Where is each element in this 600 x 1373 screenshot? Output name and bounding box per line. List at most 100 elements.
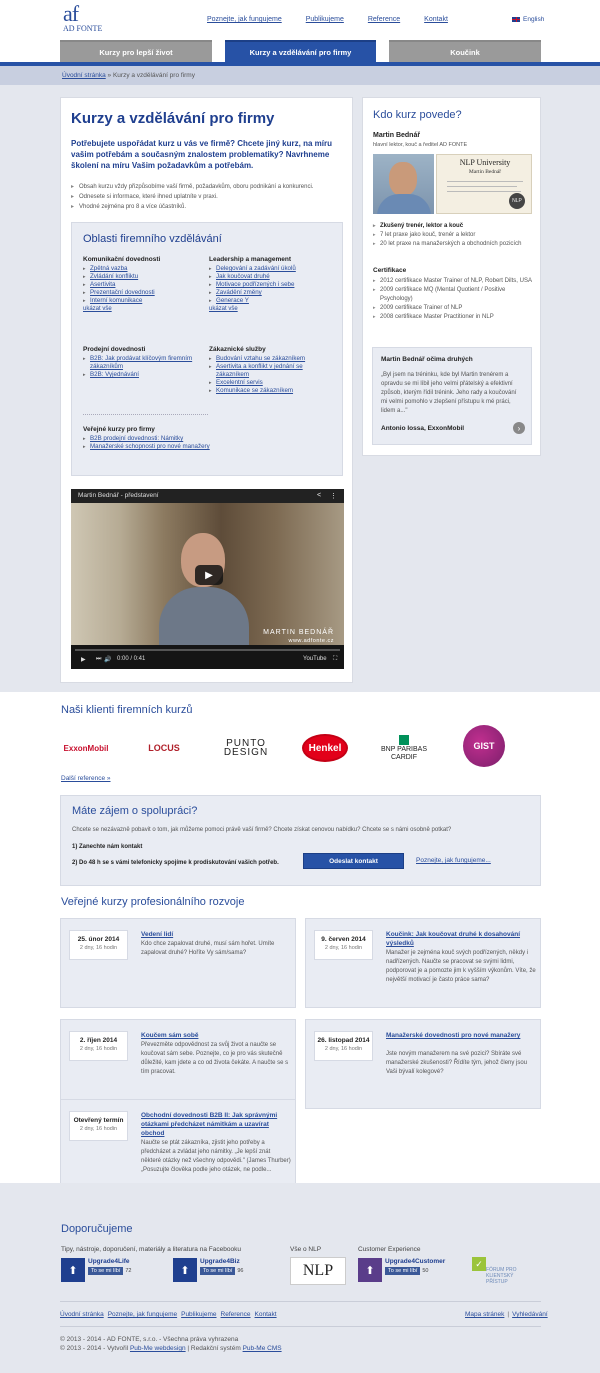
like-button[interactable]: To se mi líbí — [88, 1267, 124, 1275]
like-button[interactable]: To se mi líbí — [200, 1267, 236, 1275]
certificate-title: NLP University — [459, 158, 511, 167]
breadcrumb-home[interactable]: Úvodní stránka — [62, 72, 106, 79]
logo-name: AD FONTE — [63, 24, 103, 33]
testimonial-author: Antonio Iossa, ExxonMobil — [381, 425, 465, 432]
area-link[interactable]: Zvládání konfliktu — [83, 273, 211, 281]
send-contact-button[interactable]: Odeslat kontakt — [303, 853, 404, 869]
sitemap-link[interactable]: Mapa stránek — [465, 1311, 504, 1318]
benefit-item: Obsah kurzu vždy přizpůsobíme vaší firmě… — [71, 182, 346, 192]
fb-page-name: Upgrade4Customer — [385, 1258, 446, 1265]
cms-link[interactable]: Pub-Me CMS — [243, 1345, 282, 1352]
area-link[interactable]: Delegování a zadávání úkolů — [209, 265, 337, 273]
area-link[interactable]: Komunikace se zákazníkem — [209, 387, 337, 395]
tab-corporate-courses[interactable]: Kurzy a vzdělávání pro firmy — [225, 40, 376, 62]
certification-item: 2008 certifikace Master Practitioner in … — [373, 313, 533, 322]
video-title-bar: Martin Bednář - představení < ⋮ — [71, 489, 344, 503]
play-button[interactable]: ▶ — [195, 565, 223, 585]
course-duration: 2 dny, 16 hodin — [79, 1126, 118, 1132]
area-link[interactable]: Excelentní servis — [209, 379, 337, 387]
nlp-logo[interactable]: NLP — [290, 1257, 346, 1285]
forum-logo[interactable]: ✓ FÓRUM PRO KLIENTSKÝ PŘÍSTUP — [472, 1257, 532, 1285]
bnp-star-icon — [399, 734, 409, 745]
show-all-link[interactable]: ukázat vše — [209, 306, 337, 312]
certification-item: 2012 certifikace Master Trainer of NLP, … — [373, 277, 533, 286]
area-link[interactable]: Asertivita — [83, 281, 211, 289]
course-card: 26. listopad 2014 2 dny, 16 hodin Manaže… — [305, 1019, 541, 1109]
course-title-link[interactable]: Koučink: Jak koučovat druhé k dosahování… — [386, 930, 536, 948]
course-date-box: 9. červen 2014 2 dny, 16 hodin — [314, 930, 373, 960]
logo[interactable]: af AD FONTE — [63, 3, 103, 34]
certificate-line — [447, 181, 523, 182]
area-link[interactable]: B2B: Vyjednávání — [83, 371, 211, 379]
locus-logo: LOCUS — [148, 743, 180, 753]
course-date: 26. listopad 2014 — [317, 1037, 370, 1044]
volume-icon[interactable]: 🔊 — [104, 656, 111, 663]
cx-heading: Customer Experience — [358, 1246, 421, 1253]
nav-link-how-we-work[interactable]: Poznejte, jak fungujeme — [207, 16, 282, 23]
fb-page-upgrade4biz[interactable]: ⬆ Upgrade4Biz To se mi líbí 96 — [173, 1258, 243, 1284]
course-title-link[interactable]: Obchodní dovednosti B2B II: Jak správným… — [141, 1111, 291, 1138]
fb-page-upgrade4customer[interactable]: ⬆ Upgrade4Customer To se mi líbí 50 — [358, 1258, 445, 1284]
like-button[interactable]: To se mi líbí — [385, 1267, 421, 1275]
video-progress-bar[interactable] — [75, 649, 340, 651]
footer-divider — [60, 1326, 541, 1327]
area-link[interactable]: Prezentační dovednosti — [83, 289, 211, 297]
area-link[interactable]: Asertivita a konflikt v jednání se zákaz… — [209, 363, 337, 379]
trainer-role: hlavní lektor, kouč a ředitel AD FONTE — [373, 142, 468, 148]
course-description: Převezměte odpovědnost za svůj život a n… — [141, 1042, 289, 1075]
area-link[interactable]: Zpětná vazba — [83, 265, 211, 273]
area-link[interactable]: Generace Y — [209, 297, 337, 305]
course-title-link[interactable]: Koučem sám sobě — [141, 1031, 291, 1040]
area-title: Veřejné kurzy pro firmy — [83, 426, 155, 433]
search-link[interactable]: Vyhledávání — [512, 1311, 548, 1318]
course-date: 25. únor 2014 — [77, 936, 120, 943]
youtube-logo[interactable]: YouTube — [303, 656, 327, 662]
video-player[interactable]: Martin Bednář - představení < ⋮ MARTIN B… — [71, 489, 344, 669]
area-link[interactable]: Zavádění změny — [209, 289, 337, 297]
nav-link-references[interactable]: Reference — [368, 16, 400, 23]
upgrade-arrow-icon: ⬆ — [173, 1258, 197, 1282]
bnp-paribas-logo: BNP PARIBAS CARDIF — [376, 728, 432, 768]
next-icon[interactable]: ⏭ — [96, 656, 101, 663]
trainer-face — [389, 162, 417, 196]
share-icon[interactable]: < — [317, 492, 321, 499]
nav-link-contact[interactable]: Kontakt — [424, 16, 448, 23]
area-link[interactable]: Manažerské schopnosti pro nové manažery — [83, 443, 211, 451]
footer-link-contact[interactable]: Kontakt — [255, 1311, 277, 1318]
area-link[interactable]: B2B prodejní dovednosti: Námitky — [83, 435, 211, 443]
certifications-heading: Certifikace — [373, 267, 407, 274]
certificate-image: NLP University Martin Bednář NLP — [436, 154, 532, 214]
show-all-link[interactable]: ukázat vše — [83, 306, 211, 312]
webdesign-link[interactable]: Pub-Me webdesign — [130, 1345, 186, 1352]
footer: Doporučujeme Tipy, nástroje, doporučení,… — [0, 1183, 600, 1373]
footer-link-publications[interactable]: Publikujeme — [181, 1311, 216, 1318]
course-duration: 2 dny, 16 hodin — [79, 945, 118, 951]
nav-link-publications[interactable]: Publikujeme — [306, 16, 344, 23]
footer-link-home[interactable]: Úvodní stránka — [60, 1311, 104, 1318]
area-link[interactable]: Interní komunikace — [83, 297, 211, 305]
play-icon[interactable]: ▶ — [81, 656, 86, 663]
area-link[interactable]: Motivace podřízených i sebe — [209, 281, 337, 289]
area-link[interactable]: B2B: Jak prodávat klíčovým firemním záka… — [83, 355, 211, 371]
more-icon[interactable]: ⋮ — [330, 492, 337, 500]
next-testimonial-icon[interactable]: › — [513, 422, 525, 434]
course-title-link[interactable]: Manažerské dovednosti pro nové manažery — [386, 1031, 536, 1040]
footer-link-how-we-work[interactable]: Poznejte, jak fungujeme — [108, 1311, 177, 1318]
area-link[interactable]: Jak koučovat druhé — [209, 273, 337, 281]
footer-link-references[interactable]: Reference — [221, 1311, 251, 1318]
course-title-link[interactable]: Vedení lidí — [141, 930, 291, 939]
contact-heading: Máte zájem o spolupráci? — [72, 805, 198, 817]
course-date: Otevřený termín — [73, 1117, 124, 1124]
tab-better-life[interactable]: Kurzy pro lepší život — [60, 40, 212, 62]
how-we-work-link[interactable]: Poznejte, jak fungujeme... — [416, 857, 491, 864]
fb-page-upgrade4life[interactable]: ⬆ Upgrade4Life To se mi líbí 72 — [61, 1258, 131, 1284]
fullscreen-icon[interactable]: ⛶ — [333, 656, 337, 663]
trainer-facts: Zkušený trenér, lektor a kouč 7 let prax… — [373, 222, 533, 249]
area-link[interactable]: Budování vztahu se zákazníkem — [209, 355, 337, 363]
tab-coaching[interactable]: Koučink — [389, 40, 541, 62]
language-switch[interactable]: English — [512, 16, 544, 23]
certificate-line — [447, 191, 521, 192]
area-title: Leadership a management — [209, 256, 291, 263]
testimonial: Martin Bednář očima druhých „Byl jsem na… — [372, 347, 532, 445]
more-references-link[interactable]: Další reference » — [61, 775, 111, 782]
